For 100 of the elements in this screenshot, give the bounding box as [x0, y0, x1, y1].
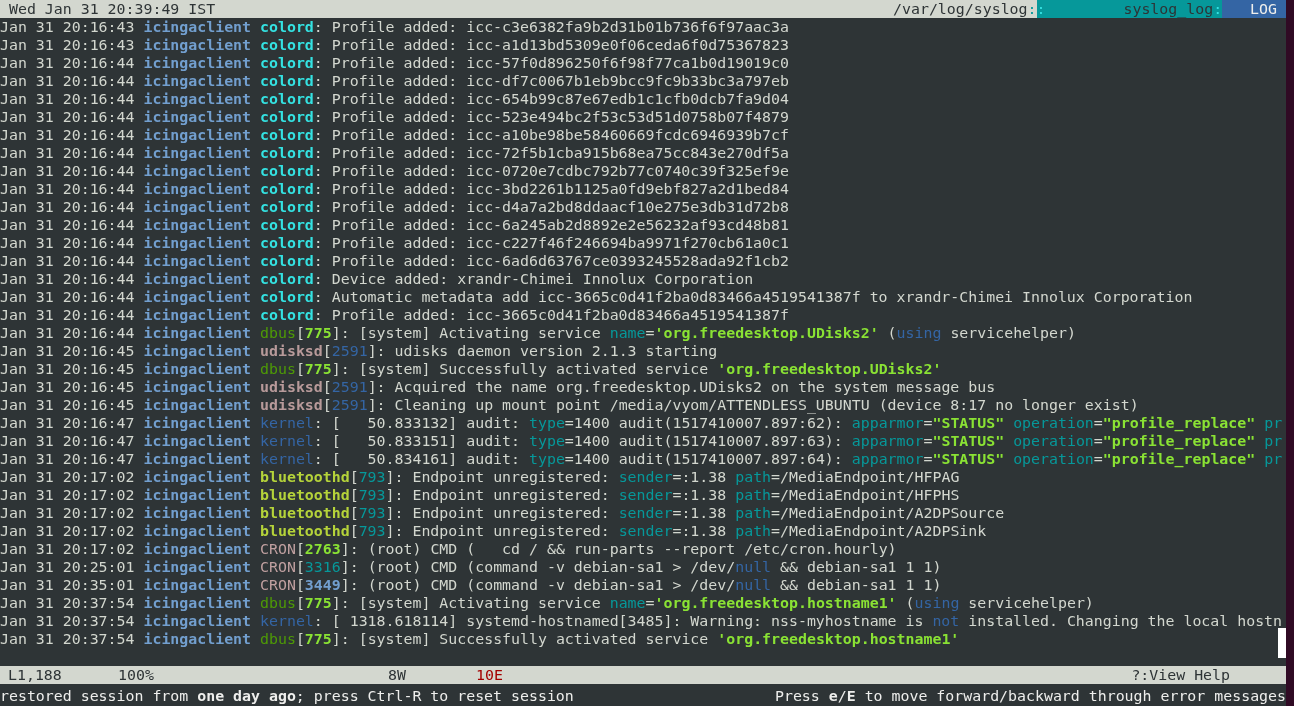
log-timestamp: Jan 31 20:16:47 — [0, 432, 135, 450]
clock-text: Wed Jan 31 20:39:49 IST — [8, 0, 217, 18]
log-message: colord: Device added: xrandr-Chimei Innolux Corporation — [260, 270, 754, 288]
log-message: bluetoothd[793]: Endpoint unregistered: sender=:1.38 path=/MediaEndpoint/HFPHS — [260, 486, 960, 504]
log-timestamp: Jan 31 20:25:01 — [0, 558, 135, 576]
log-format-label: syslog_log — [1123, 0, 1214, 18]
log-message: colord: Profile added: icc-0720e7cdbc792b77c0740c39f325ef9e — [260, 162, 789, 180]
log-message: CRON[3316]: (root) CMD (command -v debian-sa1 > /dev/null && debian-sa1 1 1) — [260, 558, 942, 576]
log-message: kernel: [ 1318.618114] systemd-hostnamed[3485]: Warning: nss-myhostname is not installed. Changing the local hostn — [260, 612, 1283, 630]
log-timestamp: Jan 31 20:17:02 — [0, 522, 135, 540]
log-hostname: icingaclient — [143, 108, 252, 126]
separator-text: : — [1213, 0, 1223, 18]
log-message: dbus[775]: [system] Activating service name='org.freedesktop.hostname1' (using servicehelper) — [260, 594, 1094, 612]
log-timestamp: Jan 31 20:16:44 — [0, 144, 135, 162]
view-mode-label: LOG — [1222, 0, 1286, 18]
navigation-hint: Press e/E to move forward/backward through error messages — [774, 687, 1286, 705]
log-message: bluetoothd[793]: Endpoint unregistered: sender=:1.38 path=/MediaEndpoint/A2DPSource — [260, 504, 1005, 522]
log-timestamp: Jan 31 20:16:44 — [0, 72, 135, 90]
log-message: udisksd[2591]: Cleaning up mount point /media/vyom/ATTENDLESS_UBUNTU (device 8:17 no longer exist) — [260, 396, 1139, 414]
log-timestamp: Jan 31 20:16:44 — [0, 90, 135, 108]
log-timestamp: Jan 31 20:16:45 — [0, 378, 135, 396]
log-hostname: icingaclient — [143, 576, 252, 594]
log-timestamp: Jan 31 20:16:47 — [0, 414, 135, 432]
log-message: bluetoothd[793]: Endpoint unregistered: sender=:1.38 path=/MediaEndpoint/HFPAG — [260, 468, 960, 486]
log-timestamp: Jan 31 20:16:44 — [0, 216, 135, 234]
log-timestamp: Jan 31 20:16:43 — [0, 36, 135, 54]
session-message: restored session from one day ago; press Ctrl-R to reset session — [0, 687, 574, 705]
log-timestamp: Jan 31 20:17:02 — [0, 468, 135, 486]
log-hostname: icingaclient — [143, 378, 252, 396]
log-message: colord: Profile added: icc-654b99c87e67edb1c1cfb0dcb7fa9d04 — [260, 90, 789, 108]
log-hostname: icingaclient — [143, 522, 252, 540]
log-hostname: icingaclient — [143, 18, 252, 36]
log-hostname: icingaclient — [143, 288, 252, 306]
log-timestamp: Jan 31 20:16:44 — [0, 306, 135, 324]
log-message: CRON[3449]: (root) CMD (command -v debian-sa1 > /dev/null && debian-sa1 1 1) — [260, 576, 942, 594]
log-hostname: icingaclient — [143, 432, 252, 450]
log-message: colord: Profile added: icc-72f5b1cba915b68ea75cc843e270df5a — [260, 144, 789, 162]
log-timestamp: Jan 31 20:16:47 — [0, 450, 135, 468]
log-message: kernel: [ 50.834161] audit: type=1400 audit(1517410007.897:64): apparmor="STATUS" operation="profile_replace" pr — [260, 450, 1283, 468]
log-hostname: icingaclient — [143, 594, 252, 612]
log-timestamp: Jan 31 20:16:44 — [0, 126, 135, 144]
log-hostname: icingaclient — [143, 540, 252, 558]
log-timestamp: Jan 31 20:16:44 — [0, 324, 135, 342]
file-path-text: /var/log/syslog — [893, 0, 1028, 18]
log-hostname: icingaclient — [143, 36, 252, 54]
log-hostname: icingaclient — [143, 360, 252, 378]
log-timestamp: Jan 31 20:37:54 — [0, 612, 135, 630]
log-hostname: icingaclient — [143, 54, 252, 72]
log-message: CRON[2763]: (root) CMD ( cd / && run-parts --report /etc/cron.hourly) — [260, 540, 897, 558]
scrollbar-thumb[interactable] — [1278, 628, 1286, 658]
log-message: bluetoothd[793]: Endpoint unregistered: sender=:1.38 path=/MediaEndpoint/A2DPSink — [260, 522, 987, 540]
log-timestamp: Jan 31 20:16:44 — [0, 252, 135, 270]
log-timestamp: Jan 31 20:17:02 — [0, 486, 135, 504]
log-timestamp: Jan 31 20:17:02 — [0, 540, 135, 558]
log-message: udisksd[2591]: Acquired the name org.freedesktop.UDisks2 on the system message bus — [260, 378, 996, 396]
log-hostname: icingaclient — [143, 324, 252, 342]
log-timestamp: Jan 31 20:16:44 — [0, 54, 135, 72]
log-hostname: icingaclient — [143, 234, 252, 252]
log-timestamp: Jan 31 20:16:44 — [0, 162, 135, 180]
log-hostname: icingaclient — [143, 270, 252, 288]
log-message: colord: Profile added: icc-d4a7a2bd8ddaacf10e275e3db31d72b8 — [260, 198, 789, 216]
log-hostname: icingaclient — [143, 612, 252, 630]
log-hostname: icingaclient — [143, 252, 252, 270]
log-timestamp: Jan 31 20:16:45 — [0, 396, 135, 414]
error-count: 10E — [476, 666, 504, 684]
log-message: kernel: [ 50.833132] audit: type=1400 audit(1517410007.897:62): apparmor="STATUS" operation="profile_replace" pr — [260, 414, 1283, 432]
log-hostname: icingaclient — [143, 216, 252, 234]
log-timestamp: Jan 31 20:16:44 — [0, 198, 135, 216]
log-timestamp: Jan 31 20:35:01 — [0, 576, 135, 594]
log-hostname: icingaclient — [143, 90, 252, 108]
log-message: udisksd[2591]: udisks daemon version 2.1.3 starting — [260, 342, 718, 360]
log-hostname: icingaclient — [143, 504, 252, 522]
percent-text: 100% — [118, 666, 155, 684]
log-message: colord: Profile added: icc-6ad6d63767ce0393245528ada92f1cb2 — [260, 252, 789, 270]
log-message: colord: Profile added: icc-c227f46f246694ba9971f270cb61a0c1 — [260, 234, 789, 252]
help-hint: ?:View Help — [1131, 666, 1231, 684]
log-hostname: icingaclient — [143, 72, 252, 90]
log-message: colord: Profile added: icc-df7c0067b1eb9bcc9fc9b33bc3a797eb — [260, 72, 789, 90]
log-hostname: icingaclient — [143, 558, 252, 576]
log-message: colord: Automatic metadata add icc-3665c0d41f2ba0d83466a4519541387f to xrandr-Chimei Innolux Corporation — [260, 288, 1193, 306]
log-message: colord: Profile added: icc-6a245ab2d8892e2e56232af93cd48b81 — [260, 216, 789, 234]
log-hostname: icingaclient — [143, 450, 252, 468]
log-timestamp: Jan 31 20:17:02 — [0, 504, 135, 522]
log-hostname: icingaclient — [143, 144, 252, 162]
log-hostname: icingaclient — [143, 162, 252, 180]
log-message: kernel: [ 50.833151] audit: type=1400 audit(1517410007.897:63): apparmor="STATUS" operation="profile_replace" pr — [260, 432, 1283, 450]
log-message: colord: Profile added: icc-57f0d896250f6f98f77ca1b0d19019c0 — [260, 54, 789, 72]
log-hostname: icingaclient — [143, 342, 252, 360]
log-timestamp: Jan 31 20:37:54 — [0, 594, 135, 612]
separator-text: : — [1036, 0, 1046, 18]
log-timestamp: Jan 31 20:16:45 — [0, 360, 135, 378]
line-position-text: L1,188 — [8, 666, 63, 684]
log-timestamp: Jan 31 20:16:44 — [0, 234, 135, 252]
log-message: colord: Profile added: icc-a1d13bd5309e0f06ceda6f0d75367823 — [260, 36, 789, 54]
log-hostname: icingaclient — [143, 306, 252, 324]
log-message: colord: Profile added: icc-3bd2261b1125a0fd9ebf827a2d1bed84 — [260, 180, 789, 198]
log-message: dbus[775]: [system] Successfully activated service 'org.freedesktop.UDisks2' — [260, 360, 942, 378]
log-hostname: icingaclient — [143, 396, 252, 414]
log-timestamp: Jan 31 20:16:44 — [0, 108, 135, 126]
log-hostname: icingaclient — [143, 126, 252, 144]
